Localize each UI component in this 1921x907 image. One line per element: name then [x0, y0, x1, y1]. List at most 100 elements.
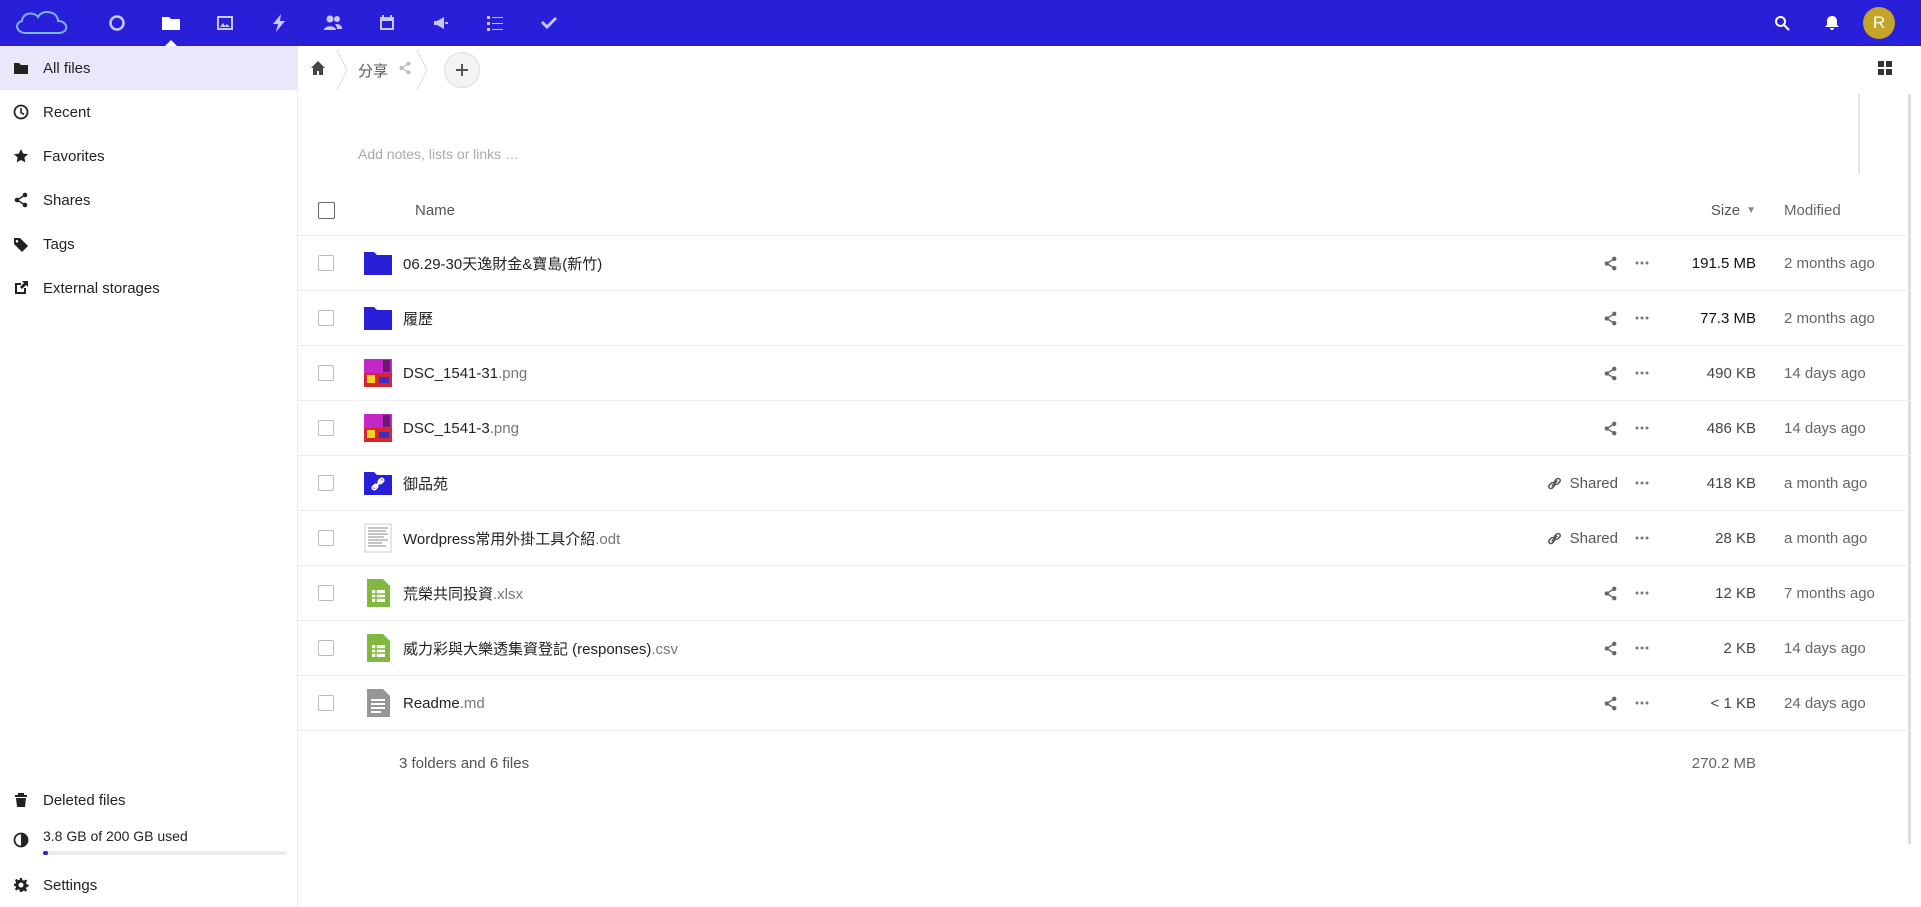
file-basename: 履歷 [403, 310, 434, 328]
share-button[interactable] [1518, 586, 1618, 601]
row-checkbox[interactable] [318, 255, 334, 271]
file-modified: 24 days ago [1784, 694, 1866, 712]
new-file-button[interactable] [444, 52, 481, 88]
activity-icon[interactable] [252, 0, 306, 46]
file-modified: 14 days ago [1784, 639, 1866, 657]
file-basename: 荒榮共同投資 [403, 585, 494, 603]
row-checkbox[interactable] [318, 475, 334, 491]
table-row[interactable]: 威力彩與大樂透集資登記 (responses).csv 2 KB 14 days a… [298, 621, 1911, 676]
share-button[interactable]: Shared [1518, 530, 1618, 547]
tasks-icon[interactable] [522, 0, 576, 46]
table-row[interactable]: Readme.md < 1 KB 24 days ago [298, 676, 1911, 731]
row-checkbox[interactable] [318, 420, 334, 436]
quota-indicator: 3.8 GB of 200 GB used [0, 822, 297, 863]
grid-view-toggle[interactable] [1877, 60, 1897, 80]
cloud-logo[interactable] [12, 9, 72, 37]
share-button[interactable] [1518, 256, 1618, 271]
link-icon [1547, 477, 1561, 489]
row-checkbox[interactable] [318, 695, 334, 711]
more-actions-button[interactable] [1618, 255, 1666, 271]
home-icon[interactable] [310, 60, 326, 81]
share-button[interactable] [1518, 421, 1618, 436]
sidebar-item-all-files[interactable]: All files [0, 46, 297, 90]
sidebar-item-settings[interactable]: Settings [0, 863, 297, 907]
table-row[interactable]: DSC_1541-3.png 486 KB 14 days ago [298, 401, 1911, 456]
trash-icon [15, 793, 27, 807]
table-row[interactable]: DSC_1541-31.png 490 KB 14 days ago [298, 346, 1911, 401]
table-header: Name Size ▼ Modified [298, 186, 1911, 236]
share-button[interactable] [1518, 641, 1618, 656]
shared-label: Shared [1569, 474, 1618, 492]
tag-icon [14, 238, 28, 252]
photos-icon[interactable] [198, 0, 252, 46]
summary-count: 3 folders and 6 files [399, 754, 530, 772]
more-actions-button[interactable] [1618, 475, 1666, 491]
file-name[interactable]: DSC_1541-31.png [403, 365, 1518, 382]
share-button[interactable] [1518, 696, 1618, 711]
table-row[interactable]: 履歷 77.3 MB 2 months ago [298, 291, 1911, 346]
sidebar-item-shares[interactable]: Shares [0, 178, 297, 222]
image-icon [363, 413, 393, 443]
file-name[interactable]: Wordpress常用外掛工具介紹.odt [403, 528, 1518, 549]
avatar[interactable]: R [1863, 7, 1895, 39]
shared-label: Shared [1569, 529, 1618, 547]
row-checkbox[interactable] [318, 530, 334, 546]
share-icon [1604, 696, 1617, 710]
deck-icon[interactable] [468, 0, 522, 46]
file-modified: a month ago [1784, 474, 1868, 492]
sidebar: All files Recent Favorites Shares Tags E… [0, 46, 298, 907]
announcements-icon[interactable] [414, 0, 468, 46]
bell-icon[interactable] [1807, 0, 1857, 46]
more-actions-button[interactable] [1618, 365, 1666, 381]
sidebar-item-recent[interactable]: Recent [0, 90, 297, 134]
file-name[interactable]: 荒榮共同投資.xlsx [403, 583, 1518, 604]
file-name[interactable]: 威力彩與大樂透集資登記 (responses).csv [403, 638, 1518, 659]
breadcrumb-current[interactable]: 分享 [358, 60, 388, 81]
file-name[interactable]: DSC_1541-3.png [403, 420, 1518, 437]
share-button[interactable]: Shared [1518, 475, 1618, 492]
more-actions-button[interactable] [1618, 695, 1666, 711]
more-actions-button[interactable] [1618, 640, 1666, 656]
table-row[interactable]: 御品苑 Shared 418 KB a month ago [298, 456, 1911, 511]
share-button[interactable] [1518, 366, 1618, 381]
row-checkbox[interactable] [318, 640, 334, 656]
column-size[interactable]: Size ▼ [1666, 202, 1756, 219]
column-size-label: Size [1710, 202, 1741, 219]
file-name[interactable]: 06.29-30天逸財金&寶島(新竹) [403, 253, 1518, 274]
row-checkbox[interactable] [318, 365, 334, 381]
more-actions-button[interactable] [1618, 420, 1666, 436]
share-icon[interactable] [388, 61, 412, 80]
more-icon [1635, 371, 1649, 375]
column-modified[interactable]: Modified [1756, 202, 1911, 219]
column-name[interactable]: Name [415, 202, 1666, 219]
file-name[interactable]: 履歷 [403, 308, 1518, 329]
sidebar-item-deleted-files[interactable]: Deleted files [0, 778, 297, 822]
row-checkbox[interactable] [318, 585, 334, 601]
file-name[interactable]: Readme.md [403, 695, 1518, 712]
search-icon[interactable] [1757, 0, 1807, 46]
table-summary: 3 folders and 6 files 270.2 MB [298, 731, 1911, 795]
rich-workspace-placeholder[interactable]: Add notes, lists or links … [358, 146, 519, 162]
file-size: < 1 KB [1710, 694, 1756, 712]
select-all-checkbox[interactable] [318, 202, 335, 219]
files-icon[interactable] [144, 0, 198, 46]
share-button[interactable] [1518, 311, 1618, 326]
table-row[interactable]: Wordpress常用外掛工具介紹.odt Shared 28 KB a month … [298, 511, 1911, 566]
table-row[interactable]: 荒榮共同投資.xlsx 12 KB 7 months ago [298, 566, 1911, 621]
more-actions-button[interactable] [1618, 530, 1666, 546]
sidebar-item-favorites[interactable]: Favorites [0, 134, 297, 178]
contacts-icon[interactable] [306, 0, 360, 46]
sidebar-item-external-storages[interactable]: External storages [0, 266, 297, 310]
file-table: Name Size ▼ Modified 06.29-30天逸財金&寶島(新竹) 1… [298, 186, 1911, 795]
file-name[interactable]: 御品苑 [403, 473, 1518, 494]
row-checkbox[interactable] [318, 310, 334, 326]
star-icon [13, 149, 29, 163]
dashboard-icon[interactable] [90, 0, 144, 46]
sidebar-item-tags[interactable]: Tags [0, 222, 297, 266]
file-size: 486 KB [1706, 419, 1756, 437]
file-modified: 7 months ago [1784, 584, 1875, 602]
calendar-icon[interactable] [360, 0, 414, 46]
more-actions-button[interactable] [1618, 585, 1666, 601]
more-actions-button[interactable] [1618, 310, 1666, 326]
table-row[interactable]: 06.29-30天逸財金&寶島(新竹) 191.5 MB 2 months ago [298, 236, 1911, 291]
